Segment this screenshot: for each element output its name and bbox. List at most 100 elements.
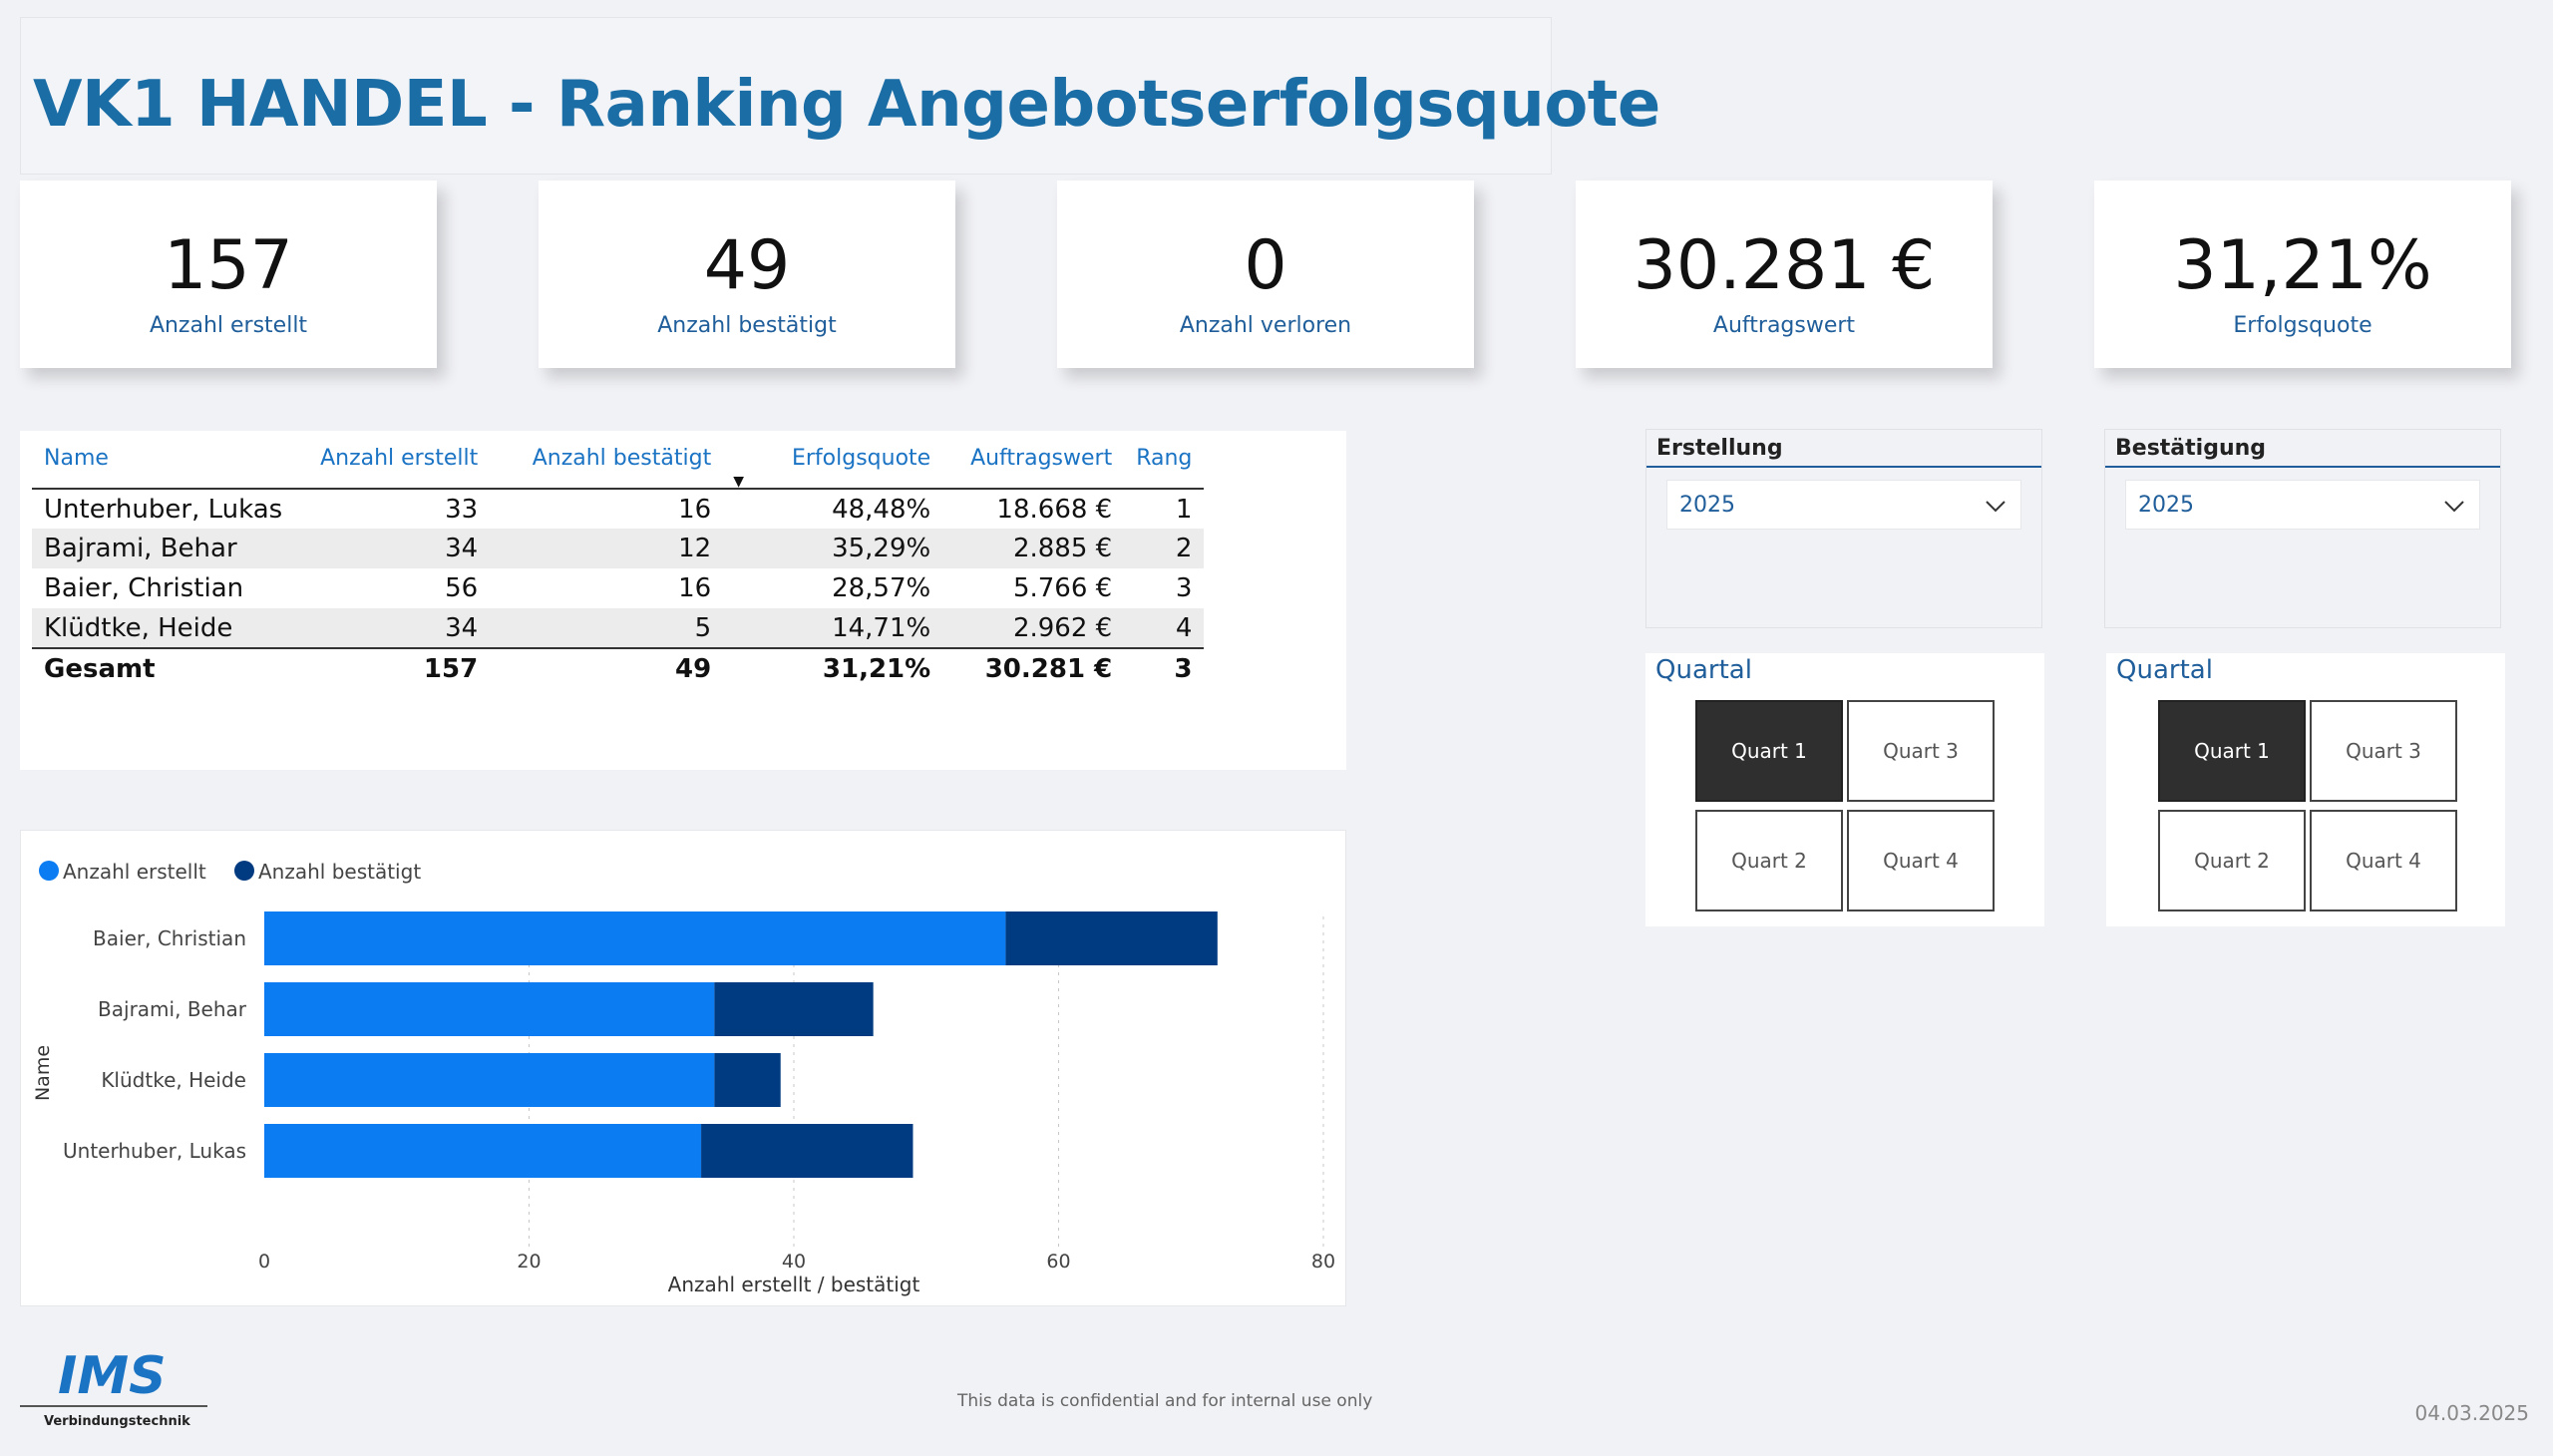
year-dropdown-erstellung[interactable]: 2025 [1666,480,2021,530]
bar-chart-panel: Anzahl erstellt Anzahl bestätigt 0 20 40 60 80… [20,830,1346,1306]
slicer-title: Bestätigung [2115,436,2267,461]
cell-anzahl-erstellt: 34 [445,612,479,643]
cell-total-erfolgsquote: 31,21% [822,653,931,684]
slicer-title: Erstellung [1656,436,1783,461]
kpi-label: Auftragswert [1712,313,1856,338]
cell-auftragswert: 2.885 € [1012,534,1113,563]
cell-name: Unterhuber, Lukas [44,494,283,525]
cell-erfolgsquote: 35,29% [832,534,931,563]
table-row[interactable]: Bajrami, Behar 34 12 35,29% 2.885 € 2 [32,529,1205,568]
cell-rang: 1 [1175,494,1193,525]
slicer-bestaetigung: Bestätigung 2025 [2104,429,2501,628]
column-header-auftragswert[interactable]: Auftragswert [942,439,1124,489]
y-tick-label: Klüdtke, Heide [101,1068,246,1092]
cell-name: Bajrami, Behar [44,534,237,563]
column-header-erfolgsquote[interactable]: Erfolgsquote ▼ [723,439,942,490]
column-header-label: Erfolgsquote [791,446,931,471]
cell-anzahl-erstellt: 56 [445,573,479,603]
cell-auftragswert: 18.668 € [996,494,1113,525]
kpi-value: 31,21% [2173,226,2432,305]
chevron-down-icon [1986,501,2006,513]
quarter-slicer-bestaetigung: Quartal Quart 1 Quart 3 Quart 2 Quart 4 [2106,653,2505,926]
year-dropdown-bestaetigung[interactable]: 2025 [2125,480,2480,530]
kpi-card-anzahl-bestaetigt: 49 Anzahl bestätigt [539,181,955,368]
quarter-button-q1[interactable]: Quart 1 [2158,700,2306,802]
y-tick-label: Baier, Christian [93,926,246,950]
column-header-anzahl-erstellt[interactable]: Anzahl erstellt [294,439,490,489]
legend-swatch-0 [39,861,59,881]
kpi-card-erfolgsquote: 31,21% Erfolgsquote [2094,181,2511,368]
x-axis-title: Anzahl erstellt / bestätigt [668,1273,920,1296]
quarter-button-q4[interactable]: Quart 4 [2310,810,2457,911]
bar-bestaetigt [714,1053,781,1107]
table-row[interactable]: Baier, Christian 56 16 28,57% 5.766 € 3 [32,568,1204,608]
y-tick-label: Unterhuber, Lukas [63,1139,246,1163]
slicer-divider [1646,466,2041,468]
sort-descending-icon: ▼ [733,474,744,490]
bar-bestaetigt [701,1124,913,1178]
cell-name: Baier, Christian [44,573,244,603]
ranking-table-panel: Name Anzahl erstellt Anzahl bestätigt Er… [20,431,1346,770]
quarter-button-q2[interactable]: Quart 2 [2158,810,2306,911]
cell-total-anzahl-erstellt: 157 [423,653,479,684]
kpi-value: 30.281 € [1633,226,1936,305]
ims-logo: IMS Verbindungstechnik [20,1346,207,1429]
bar-bestaetigt [1005,911,1218,965]
cell-erfolgsquote: 14,71% [832,612,931,643]
slicer-divider [2105,466,2500,468]
kpi-label: Anzahl verloren [1179,313,1352,338]
confidential-note: This data is confidential and for intern… [957,1391,1373,1411]
column-header-rang[interactable]: Rang [1124,439,1204,489]
column-header-name[interactable]: Name [32,439,294,489]
x-tick-label: 60 [1046,1251,1070,1273]
legend-swatch-1 [234,861,254,881]
bar-erstellt [264,911,1006,965]
logo-subtext: Verbindungstechnik [44,1414,190,1429]
kpi-card-auftragswert: 30.281 € Auftragswert [1576,181,1993,368]
cell-total-anzahl-bestaetigt: 49 [675,653,712,684]
ranking-table: Name Anzahl erstellt Anzahl bestätigt Er… [32,439,1205,688]
cell-rang: 2 [1175,534,1193,563]
cell-erfolgsquote: 28,57% [832,573,931,603]
cell-anzahl-erstellt: 33 [445,494,479,525]
x-tick-label: 80 [1311,1251,1335,1273]
page-title: VK1 HANDEL - Ranking Angebotserfolgsquot… [33,68,1660,142]
kpi-label: Anzahl bestätigt [657,313,837,338]
quarter-button-q3[interactable]: Quart 3 [2310,700,2457,802]
bar-chart: Anzahl erstellt Anzahl bestätigt 0 20 40 60 80… [32,860,1335,1296]
bar-bestaetigt [714,982,874,1036]
cell-anzahl-erstellt: 34 [445,534,479,563]
kpi-card-anzahl-verloren: 0 Anzahl verloren [1057,181,1474,368]
dropdown-value: 2025 [2138,493,2194,518]
y-axis-title: Name [32,1045,54,1101]
chevron-down-icon [2444,501,2464,513]
column-header-anzahl-bestaetigt[interactable]: Anzahl bestätigt [490,439,723,489]
legend-label-1: Anzahl bestätigt [258,860,421,884]
legend-label-0: Anzahl erstellt [63,860,206,884]
kpi-value: 0 [1244,226,1287,305]
quarter-slicer-title: Quartal [2116,655,2213,685]
bar-erstellt [264,1053,715,1107]
cell-auftragswert: 2.962 € [1012,612,1113,643]
quarter-button-q3[interactable]: Quart 3 [1847,700,1995,802]
kpi-value: 49 [703,226,791,305]
logo-text: IMS [58,1346,167,1406]
cell-total-label: Gesamt [44,653,156,684]
table-total-row: Gesamt 157 49 31,21% 30.281 € 3 [32,648,1205,688]
dropdown-value: 2025 [1679,493,1735,518]
table-row[interactable]: Klüdtke, Heide 34 5 14,71% 2.962 € 4 [32,608,1205,648]
cell-auftragswert: 5.766 € [1012,573,1113,603]
quarter-button-q2[interactable]: Quart 2 [1695,810,1843,911]
quarter-button-q1[interactable]: Quart 1 [1695,700,1843,802]
kpi-label: Erfolgsquote [2233,313,2372,338]
logo-underline [20,1405,207,1407]
quarter-button-q4[interactable]: Quart 4 [1847,810,1995,911]
table-row[interactable]: Unterhuber, Lukas 33 16 48,48% 18.668 € … [32,489,1204,529]
x-tick-label: 40 [782,1251,806,1273]
cell-anzahl-bestaetigt: 5 [694,612,712,643]
y-tick-label: Bajrami, Behar [98,997,247,1021]
bar-erstellt [264,982,715,1036]
cell-name: Klüdtke, Heide [44,612,233,643]
kpi-value: 157 [164,226,293,305]
cell-erfolgsquote: 48,48% [832,494,931,525]
